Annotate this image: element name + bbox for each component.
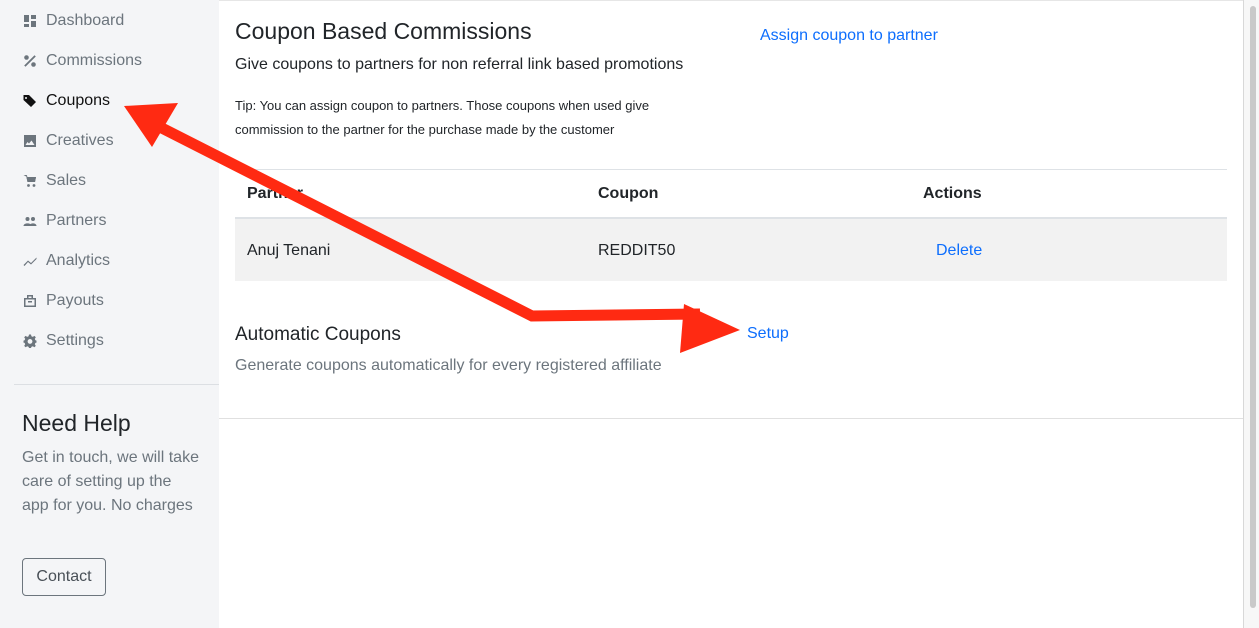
sidebar-item-label: Dashboard [46,12,125,29]
column-header-actions: Actions [923,185,982,202]
tags-icon [22,93,38,109]
image-icon [22,133,38,149]
sidebar-item-label: Payouts [46,292,104,309]
sidebar-divider [14,384,219,385]
payouts-icon [22,293,38,309]
page-subtitle: Give coupons to partners for non referra… [235,56,684,73]
automatic-coupons-title: Automatic Coupons [235,324,401,345]
sidebar-item-payouts[interactable]: Payouts [22,289,104,313]
sidebar-item-label: Settings [46,332,104,349]
sidebar-item-coupons[interactable]: Coupons [22,89,110,113]
sidebar-item-label: Creatives [46,132,114,149]
cart-icon [22,173,38,189]
column-header-coupon: Coupon [598,185,659,202]
page-title: Coupon Based Commissions [235,18,532,44]
trend-icon [22,253,38,269]
cell-coupon: REDDIT50 [598,242,676,259]
help-title: Need Help [22,410,131,436]
sidebar-item-label: Analytics [46,252,111,269]
sidebar-item-settings[interactable]: Settings [22,329,104,353]
gear-icon [22,333,38,349]
table-top-border [235,169,1227,170]
sidebar-item-analytics[interactable]: Analytics [22,249,110,273]
automatic-coupons-description: Generate coupons automatically for every… [235,357,662,374]
dashboard-icon [22,13,38,29]
setup-link[interactable]: Setup [747,325,789,343]
help-text: Get in touch, we will take care of setti… [22,449,199,514]
sidebar-item-sales[interactable]: Sales [22,169,86,193]
sidebar-item-label: Partners [46,212,107,229]
card-bottom-border [219,418,1243,419]
sidebar-item-dashboard[interactable]: Dashboard [22,9,124,33]
sidebar-item-creatives[interactable]: Creatives [22,129,114,153]
sidebar-item-partners[interactable]: Partners [22,209,106,233]
table-row [235,219,1227,281]
sidebar-item-label: Coupons [46,92,111,109]
percent-icon [22,53,38,69]
sidebar-item-label: Sales [46,172,87,189]
scrollbar-thumb[interactable] [1250,6,1256,608]
column-header-partner: Partner [247,185,304,202]
sidebar: Dashboard Commissions Coupons Creatives … [0,0,219,628]
cell-partner: Anuj Tenani [247,242,331,259]
sidebar-item-commissions[interactable]: Commissions [22,49,142,73]
sidebar-item-label: Commissions [46,52,143,69]
assign-coupon-link[interactable]: Assign coupon to partner [760,27,938,45]
contact-button[interactable]: Contact [22,558,106,596]
tip-text: Tip: You can assign coupon to partners. … [235,98,650,137]
delete-link[interactable]: Delete [936,242,982,260]
people-icon [22,213,38,229]
